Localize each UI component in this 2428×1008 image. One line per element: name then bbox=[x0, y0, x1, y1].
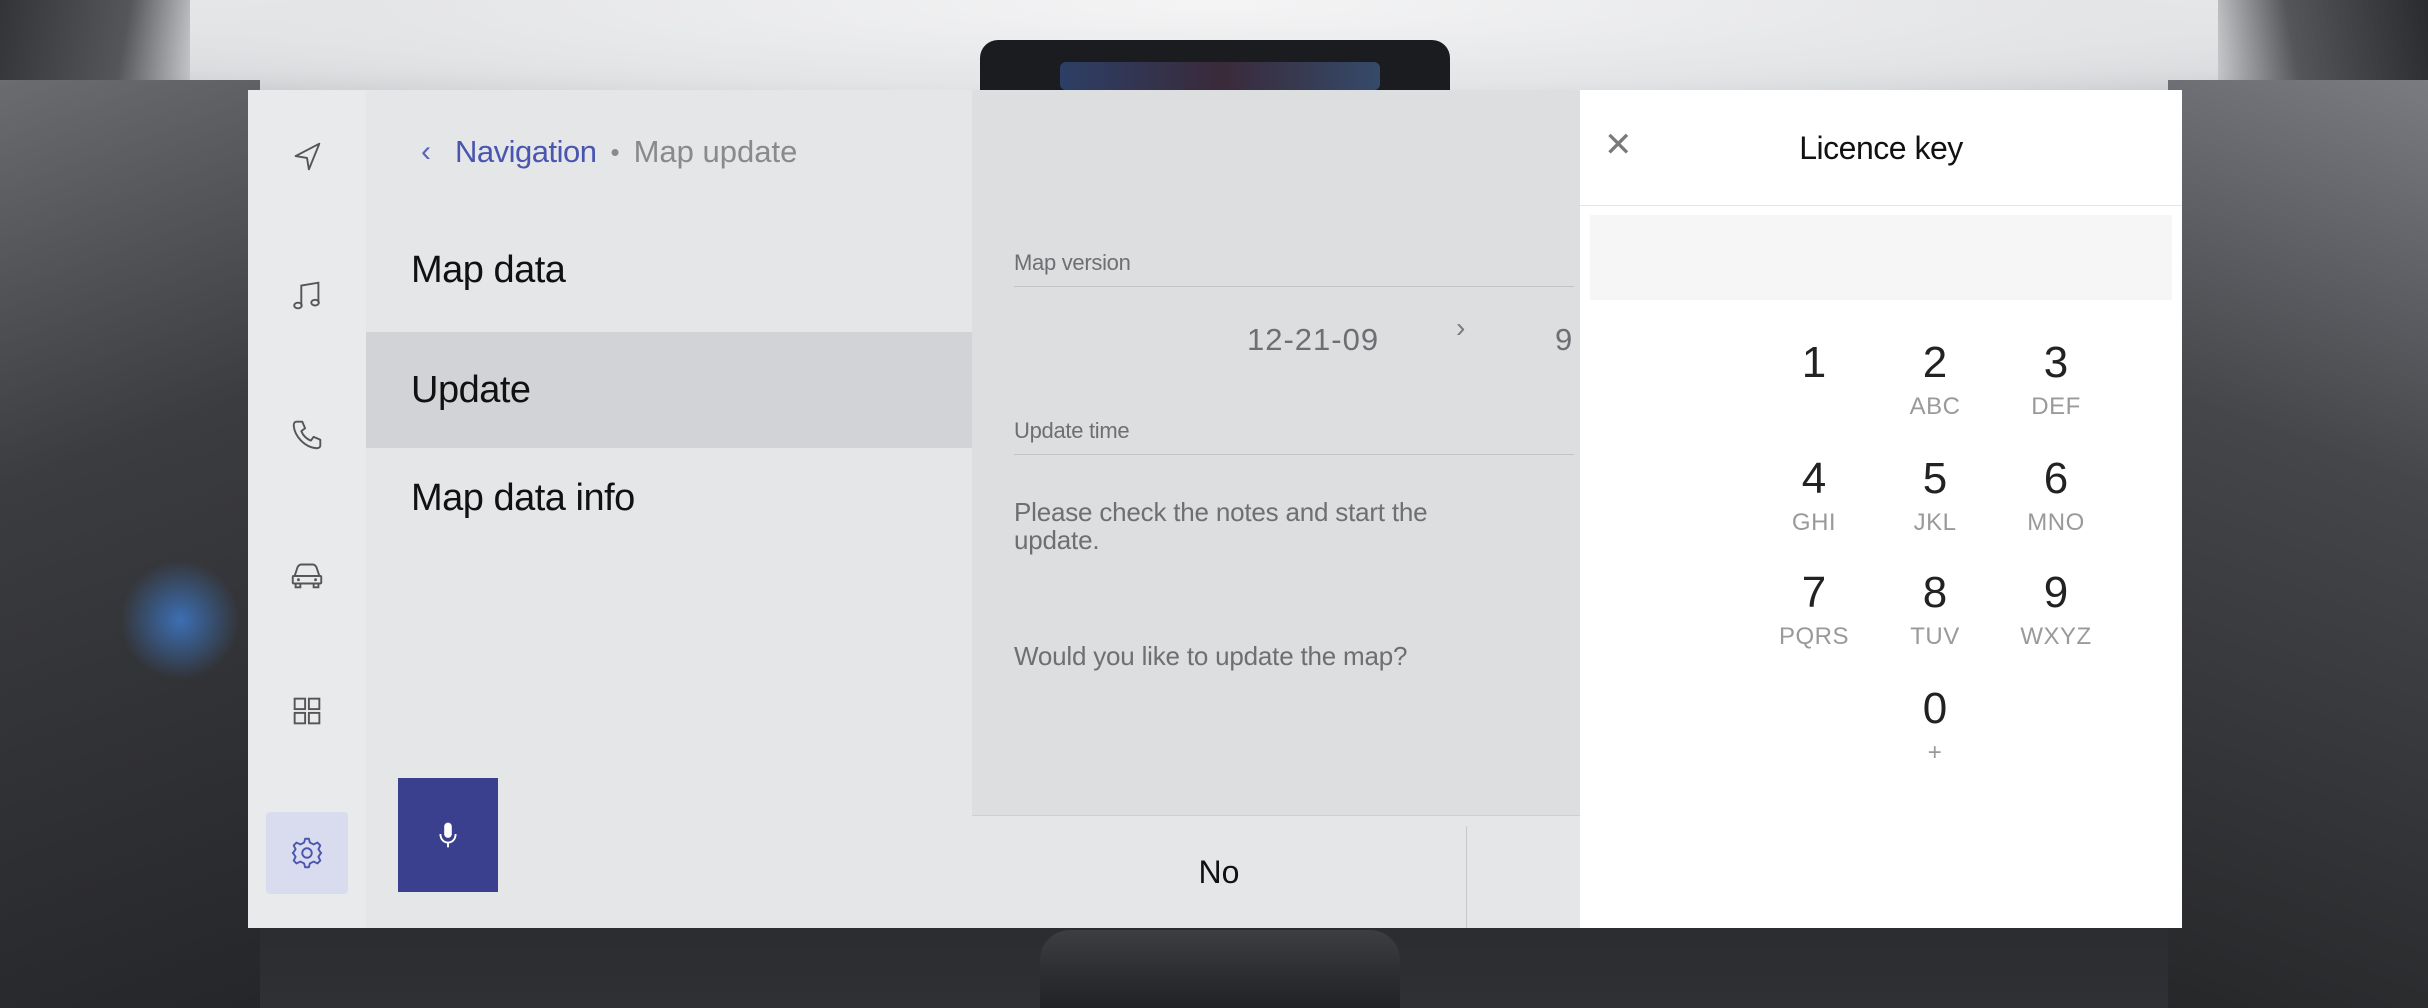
button-divider bbox=[1466, 826, 1467, 928]
navigation-icon[interactable] bbox=[266, 116, 348, 198]
map-version-value: 12-21-09 bbox=[1247, 322, 1380, 357]
key-3[interactable]: 3 DEF bbox=[1996, 338, 2116, 422]
key-letters: GHI bbox=[1791, 509, 1837, 536]
key-digit: 4 bbox=[1801, 454, 1827, 503]
key-digit: 5 bbox=[1922, 454, 1948, 503]
key-letters: PQRS bbox=[1778, 623, 1849, 650]
chevron-left-icon[interactable]: ‹ bbox=[421, 135, 431, 169]
menu-item-label: Map data info bbox=[411, 476, 635, 519]
key-digit: 1 bbox=[1801, 338, 1827, 387]
phone-icon[interactable] bbox=[266, 393, 348, 475]
key-letters: TUV bbox=[1910, 623, 1960, 650]
key-digit: 3 bbox=[2043, 338, 2069, 387]
chevron-right-icon: › bbox=[1456, 312, 1466, 343]
menu-item-map-data[interactable]: Map data bbox=[366, 220, 972, 320]
music-icon[interactable] bbox=[266, 255, 348, 337]
left-door bbox=[0, 80, 260, 1008]
key-2[interactable]: 2 ABC bbox=[1875, 338, 1995, 422]
settings-icon[interactable] bbox=[266, 812, 348, 894]
key-digit: 7 bbox=[1801, 568, 1827, 617]
key-digit: 0 bbox=[1922, 684, 1948, 733]
menu-item-label: Update bbox=[411, 368, 531, 411]
microphone-icon bbox=[439, 822, 457, 848]
dialog-header: ✕ Licence key bbox=[1580, 90, 2182, 206]
key-letters: DEF bbox=[2031, 393, 2081, 420]
key-digit: 2 bbox=[1922, 338, 1948, 387]
voice-button[interactable] bbox=[398, 778, 498, 892]
update-question: Would you like to update the map? bbox=[1014, 641, 1408, 671]
update-time-label: Update time bbox=[1014, 418, 1130, 443]
key-letters: WXYZ bbox=[2020, 623, 2092, 650]
dialog-title: Licence key bbox=[1799, 130, 1963, 166]
key-digit: 8 bbox=[1922, 568, 1948, 617]
key-9[interactable]: 9 WXYZ bbox=[1996, 568, 2116, 652]
divider bbox=[1014, 286, 1574, 287]
breadcrumb-current: Map update bbox=[633, 134, 798, 169]
licence-key-dialog: ✕ Licence key 1 2 ABC 3 DEF 4 GHI 5 JKL … bbox=[1580, 90, 2182, 928]
breadcrumb-navigation-link[interactable]: Navigation bbox=[455, 134, 597, 170]
breadcrumb: ‹ Navigation • Map update bbox=[421, 132, 797, 172]
key-7[interactable]: 7 PQRS bbox=[1754, 568, 1874, 652]
key-letters: MNO bbox=[2027, 509, 2085, 536]
key-letters: ABC bbox=[1909, 393, 1961, 420]
menu-item-update[interactable]: Update bbox=[366, 332, 972, 448]
right-door bbox=[2168, 80, 2428, 1008]
breadcrumb-separator: • bbox=[610, 136, 620, 167]
key-letters: + bbox=[1927, 739, 1943, 766]
update-notes-line-2: update. bbox=[1014, 525, 1100, 555]
key-4[interactable]: 4 GHI bbox=[1754, 454, 1874, 538]
car-icon[interactable] bbox=[266, 533, 348, 615]
key-8[interactable]: 8 TUV bbox=[1875, 568, 1995, 652]
map-version-label: Map version bbox=[1014, 250, 1131, 275]
divider bbox=[1014, 454, 1574, 455]
menu-item-label: Map data bbox=[411, 248, 566, 291]
key-letters: JKL bbox=[1913, 509, 1957, 536]
apps-grid-icon[interactable] bbox=[266, 670, 348, 752]
map-version-new-value: 9 bbox=[1555, 322, 1573, 357]
menu-item-map-data-info[interactable]: Map data info bbox=[366, 448, 972, 548]
key-digit: 9 bbox=[2043, 568, 2069, 617]
key-5[interactable]: 5 JKL bbox=[1875, 454, 1995, 538]
key-6[interactable]: 6 MNO bbox=[1996, 454, 2116, 538]
settings-menu: ‹ Navigation • Map update Map data Updat… bbox=[366, 90, 972, 928]
center-console bbox=[1040, 930, 1400, 1008]
ambient-light bbox=[120, 560, 240, 680]
no-button[interactable]: No bbox=[972, 816, 1466, 928]
key-1[interactable]: 1 bbox=[1754, 338, 1874, 392]
update-notes-line-1: Please check the notes and start the bbox=[1014, 497, 1428, 527]
licence-key-field[interactable] bbox=[1590, 215, 2172, 300]
infotainment-panel: ‹ Navigation • Map update Map data Updat… bbox=[248, 90, 2182, 928]
key-0[interactable]: 0 + bbox=[1875, 684, 1995, 768]
icon-sidebar bbox=[248, 90, 366, 928]
dashboard-screen bbox=[1060, 62, 1380, 90]
key-digit: 6 bbox=[2043, 454, 2069, 503]
